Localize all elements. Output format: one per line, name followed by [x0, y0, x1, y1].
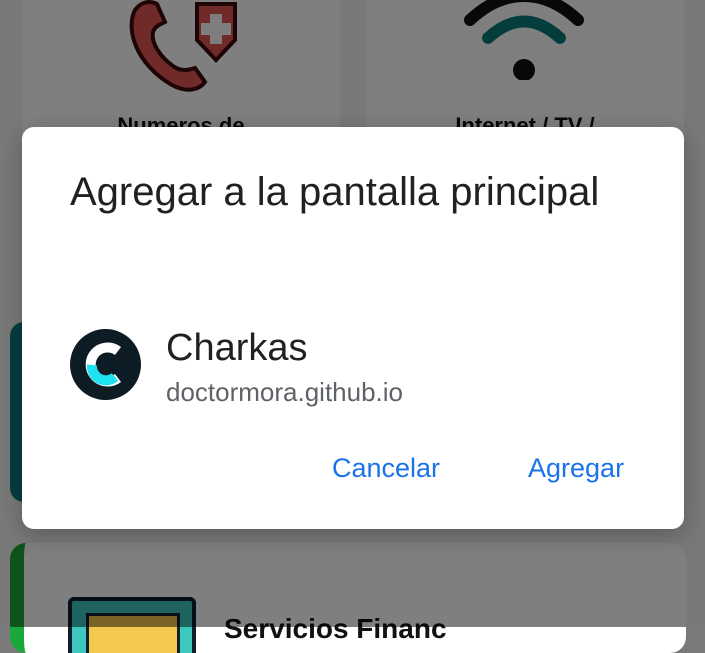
add-to-home-screen-dialog: Agregar a la pantalla principal Charkas …	[22, 127, 684, 529]
app-url: doctormora.github.io	[166, 377, 404, 407]
cancel-button[interactable]: Cancelar	[324, 449, 448, 488]
dialog-title: Agregar a la pantalla principal	[70, 170, 600, 214]
charkas-logo-icon	[70, 329, 141, 400]
app-info: Charkas doctormora.github.io	[70, 327, 650, 407]
app-name: Charkas	[166, 327, 308, 369]
add-button[interactable]: Agregar	[520, 449, 632, 488]
